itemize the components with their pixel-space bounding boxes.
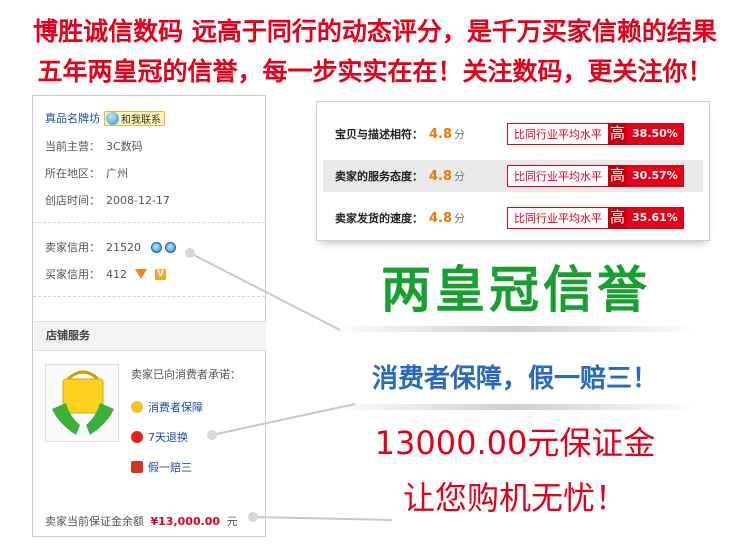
rating-compare: 比同行业平均水平 高 38.50% bbox=[507, 123, 684, 145]
compare-text: 比同行业平均水平 bbox=[514, 128, 602, 141]
compare-text: 比同行业平均水平 bbox=[514, 212, 602, 225]
separator bbox=[330, 404, 700, 410]
region-value: 广州 bbox=[106, 167, 128, 180]
service-consumer-protection[interactable]: 消费者保障 bbox=[131, 399, 203, 415]
rating-label: 宝贝与描述相符： bbox=[335, 128, 423, 141]
seller-credit-value[interactable]: 21520 bbox=[106, 241, 141, 254]
rating-compare: 比同行业平均水平 高 30.57% bbox=[507, 165, 684, 187]
divider bbox=[33, 222, 265, 223]
rating-score: 4.8 分 bbox=[429, 127, 466, 142]
rating-score: 4.8 分 bbox=[429, 211, 466, 226]
banner-line-1: 博胜诚信数码 远高于同行的动态评分，是千万买家信赖的结果 bbox=[33, 17, 717, 46]
rating-label: 卖家发货的速度： bbox=[335, 212, 423, 225]
rating-label: 卖家的服务态度： bbox=[335, 170, 423, 183]
shop-name-link[interactable]: 真品名牌坊 bbox=[45, 110, 100, 126]
shield-icon bbox=[131, 401, 143, 413]
deposit-unit: 元 bbox=[226, 515, 238, 528]
buyer-credit-value[interactable]: 412 bbox=[106, 268, 127, 281]
main-business-label: 当前主营： bbox=[45, 140, 100, 153]
deposit-row: 卖家当前保证金余额 ¥13,000.00 元 bbox=[45, 513, 238, 529]
seller-credit-label: 卖家信用： bbox=[45, 241, 100, 254]
service-fake-pay-three[interactable]: 假一赔三 bbox=[131, 459, 192, 475]
main-business-row: 当前主营： 3C数码 bbox=[45, 138, 143, 154]
founded-label: 创店时间： bbox=[45, 194, 100, 207]
contact-button-label: 和我联系 bbox=[121, 114, 161, 126]
service-label: 假一赔三 bbox=[148, 461, 192, 474]
compare-text: 比同行业平均水平 bbox=[514, 170, 602, 183]
service-label: 消费者保障 bbox=[148, 401, 203, 414]
service-7-day-return[interactable]: 7天退换 bbox=[131, 429, 188, 445]
separator bbox=[330, 326, 700, 332]
contact-bubble-icon bbox=[106, 111, 119, 125]
main-business-value: 3C数码 bbox=[106, 140, 143, 153]
rating-row-description: 宝贝与描述相符： 4.8 分 比同行业平均水平 高 38.50% bbox=[323, 118, 703, 150]
divider bbox=[33, 296, 265, 297]
buyer-credit-row: 买家信用： 412 V bbox=[45, 266, 166, 282]
founded-row: 创店时间： 2008-12-17 bbox=[45, 192, 170, 208]
level-badge: 高 bbox=[608, 207, 628, 229]
region-row: 所在地区： 广州 bbox=[45, 165, 128, 181]
shop-info-panel: 真品名牌坊 和我联系 当前主营： 3C数码 所在地区： 广州 创店时间： 200… bbox=[32, 95, 266, 537]
level-badge: 高 bbox=[608, 165, 628, 187]
level-badge: 高 bbox=[608, 123, 628, 145]
service-label: 7天退换 bbox=[148, 431, 188, 444]
diamond-icon bbox=[135, 269, 147, 279]
seller-credit-row: 卖家信用： 21520 bbox=[45, 239, 176, 255]
store-services-header: 店铺服务 bbox=[34, 321, 266, 351]
shop-rating-box: 宝贝与描述相符： 4.8 分 比同行业平均水平 高 38.50% 卖家的服务态度：… bbox=[316, 101, 710, 241]
rating-row-service: 卖家的服务态度： 4.8 分 比同行业平均水平 高 30.57% bbox=[323, 160, 703, 192]
shopping-bag-icon bbox=[45, 364, 119, 442]
compare-percent: 35.61% bbox=[627, 207, 683, 229]
verified-badge-icon: V bbox=[155, 268, 166, 280]
deposit-amount: ¥13,000.00 bbox=[150, 515, 221, 528]
promise-intro: 卖家已向消费者承诺： bbox=[131, 368, 241, 381]
buyer-credit-label: 买家信用： bbox=[45, 268, 100, 281]
banner-line-2: 五年两皇冠的信誉，每一步实实在在！关注数码，更关注你！ bbox=[37, 57, 713, 86]
founded-value: 2008-12-17 bbox=[106, 193, 170, 207]
worry-free-headline: 让您购机无忧！ bbox=[402, 479, 627, 517]
rating-score: 4.8 分 bbox=[429, 169, 466, 184]
crown-icon bbox=[165, 241, 176, 253]
return-icon bbox=[131, 431, 143, 443]
region-label: 所在地区： bbox=[45, 167, 100, 180]
guarantee-headline: 消费者保障，假一赔三！ bbox=[371, 364, 658, 394]
fake-icon bbox=[131, 461, 143, 473]
deposit-label: 卖家当前保证金余额 bbox=[45, 515, 144, 528]
two-crowns-headline: 两皇冠信誉 bbox=[381, 261, 651, 319]
compare-percent: 38.50% bbox=[627, 123, 683, 145]
shop-name-row: 真品名牌坊 和我联系 bbox=[45, 110, 165, 126]
compare-percent: 30.57% bbox=[627, 165, 683, 187]
deposit-headline: 13000.00元保证金 bbox=[374, 424, 656, 462]
contact-seller-button[interactable]: 和我联系 bbox=[104, 110, 165, 126]
rating-row-shipping: 卖家发货的速度： 4.8 分 比同行业平均水平 高 35.61% bbox=[323, 202, 703, 234]
crown-icon bbox=[151, 241, 162, 253]
rating-compare: 比同行业平均水平 高 35.61% bbox=[507, 207, 684, 229]
